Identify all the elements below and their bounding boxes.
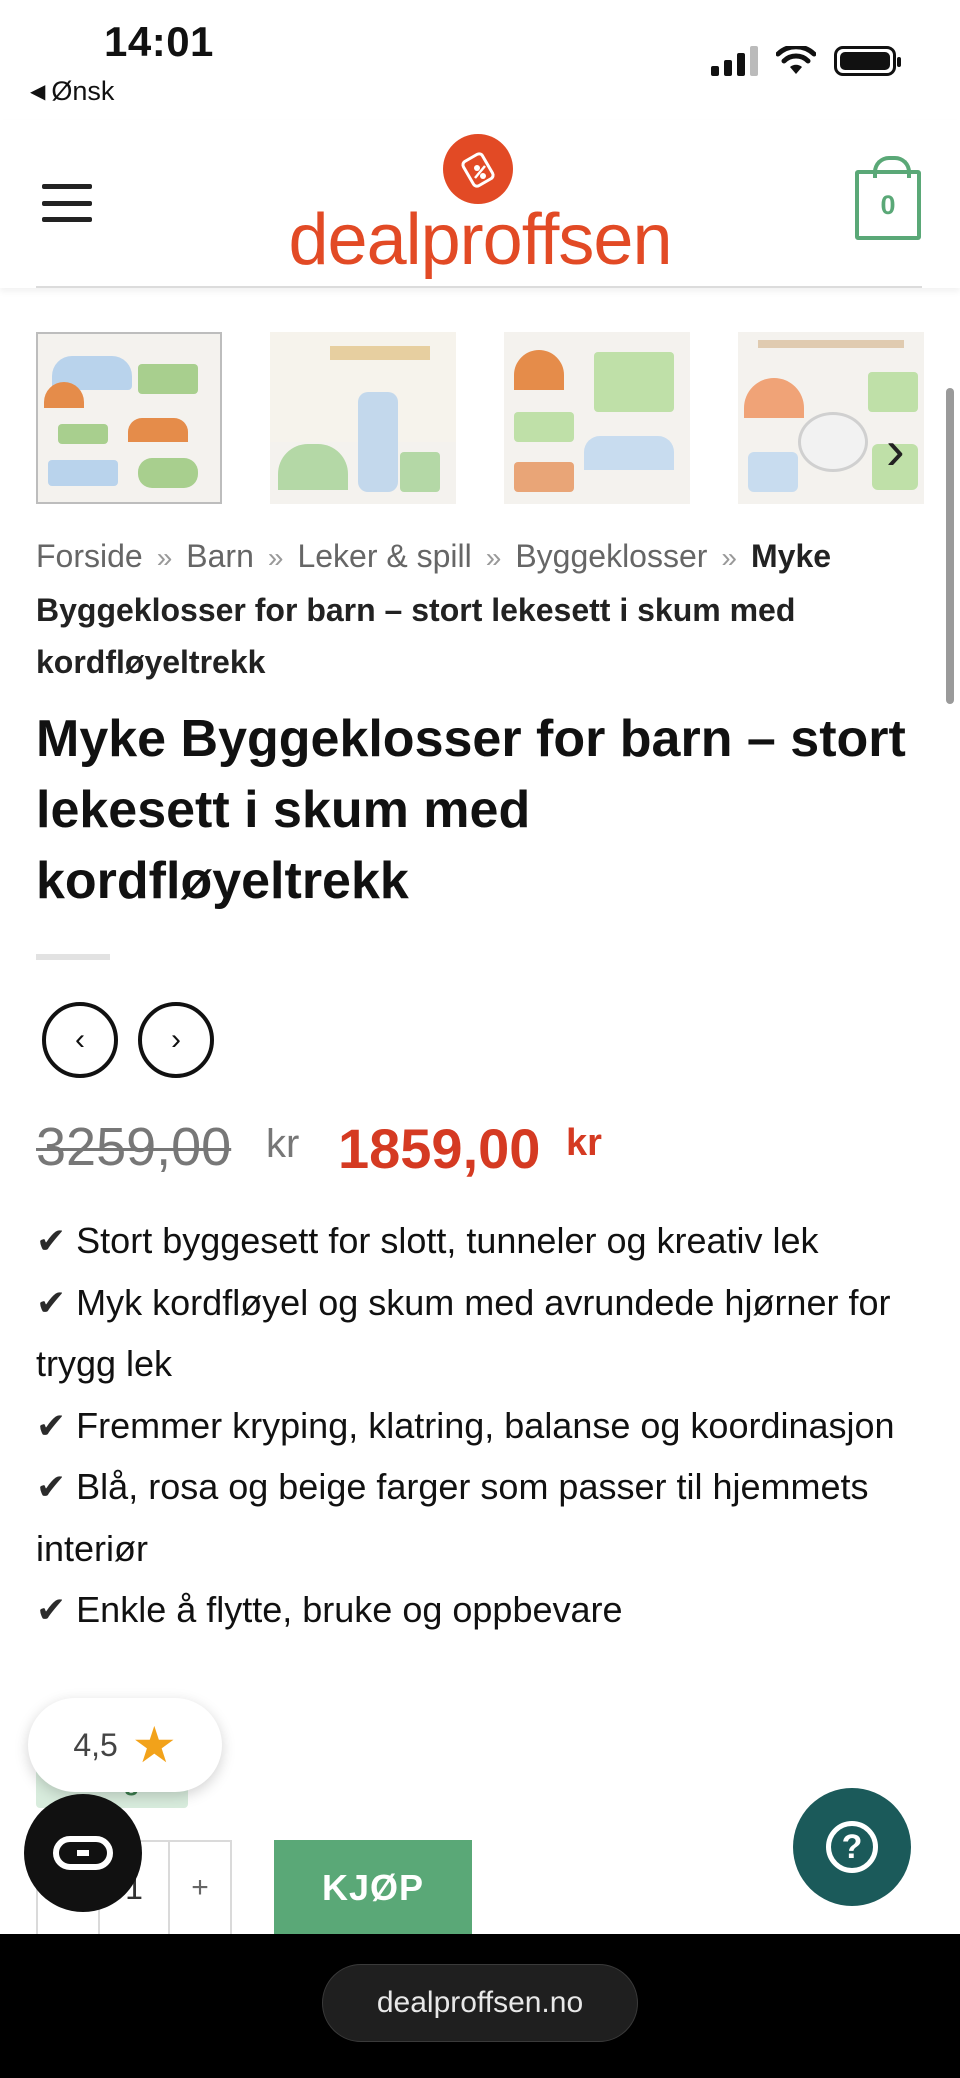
sale-price-currency: kr (566, 1122, 602, 1164)
feature-item: ✔ Myk kordfløyel og skum med avrundede hj… (36, 1281, 891, 1385)
menu-icon[interactable] (42, 184, 92, 222)
site-header: dealproffsen 0 (0, 120, 960, 288)
old-price-currency: kr (266, 1122, 300, 1166)
product-title: Myke Byggeklosser for barn – stort lekes… (36, 710, 906, 910)
breadcrumb-separator: » (485, 542, 502, 573)
status-bar: 14:01 ◀ Ønsk (0, 0, 960, 120)
feature-item: ✔ Fremmer kryping, klatring, balanse og k… (36, 1404, 895, 1446)
checkmark-icon: ✔ (36, 1466, 67, 1507)
help-button[interactable]: ? (793, 1788, 911, 1906)
checkmark-icon: ✔ (36, 1281, 67, 1323)
checkmark-icon: ✔ (36, 1220, 67, 1261)
scrollbar[interactable] (946, 388, 954, 704)
status-time: 14:01 (104, 18, 214, 65)
breadcrumb-link-leker[interactable]: Leker & spill (297, 538, 471, 574)
product-thumbnail-1[interactable] (36, 332, 222, 504)
previous-product-button[interactable]: ‹ (42, 1002, 118, 1078)
back-to-app-link[interactable]: ◀ Ønsk (30, 76, 114, 107)
breadcrumb-link-barn[interactable]: Barn (186, 538, 254, 574)
feature-item: ✔ Stort byggesett for slott, tunneler og … (36, 1220, 819, 1261)
status-icons (711, 46, 901, 76)
feature-item: ✔ Enkle å flytte, bruke og oppbevare (36, 1589, 623, 1630)
header-divider (36, 286, 922, 288)
breadcrumb: Forside » Barn » Leker & spill » Byggeklosser »… (36, 530, 916, 688)
product-thumbnails (36, 332, 924, 504)
rating-value: 4,5 (73, 1726, 118, 1763)
address-bar[interactable]: dealproffsen.no (322, 1964, 638, 2042)
battery-icon (834, 46, 901, 76)
feature-list: ✔ Stort byggesett for slott, tunneler og … (36, 1210, 926, 1641)
buy-button[interactable]: KJØP (274, 1840, 472, 1936)
breadcrumb-link-byggeklosser[interactable]: Byggeklosser (515, 538, 707, 574)
cellular-signal-icon (711, 46, 758, 76)
cart-button[interactable]: 0 (855, 156, 921, 240)
gallery-next-chevron-icon[interactable]: › (886, 422, 905, 478)
next-product-button[interactable]: › (138, 1002, 214, 1078)
accessibility-toggle-icon (53, 1836, 113, 1870)
back-triangle-icon: ◀ (30, 81, 46, 103)
logo-tag-icon[interactable] (443, 134, 513, 204)
feature-item: ✔ Blå, rosa og beige farger som passer ti… (36, 1466, 869, 1569)
old-price: 3259,00 (36, 1117, 232, 1177)
checkmark-icon: ✔ (36, 1589, 67, 1630)
breadcrumb-separator: » (721, 542, 737, 573)
star-icon: ★ (131, 1717, 177, 1773)
checkmark-icon: ✔ (36, 1404, 67, 1446)
quantity-increase-button[interactable]: + (170, 1842, 230, 1934)
sale-price: 1859,00 (338, 1117, 541, 1180)
breadcrumb-separator: » (267, 542, 284, 573)
accessibility-button[interactable] (24, 1794, 142, 1912)
wifi-icon (776, 46, 816, 74)
browser-toolbar: dealproffsen.no (0, 1934, 960, 2078)
title-divider (36, 954, 110, 960)
rating-widget[interactable]: 4,5 ★ (28, 1698, 222, 1792)
breadcrumb-separator: » (156, 542, 173, 573)
question-mark-icon: ? (826, 1821, 878, 1873)
back-app-label: Ønsk (51, 76, 115, 106)
breadcrumb-link-home[interactable]: Forside (36, 538, 143, 574)
logo-text[interactable]: dealproffsen (270, 204, 690, 276)
product-thumbnail-3[interactable] (504, 332, 690, 504)
product-thumbnail-2[interactable] (270, 332, 456, 504)
